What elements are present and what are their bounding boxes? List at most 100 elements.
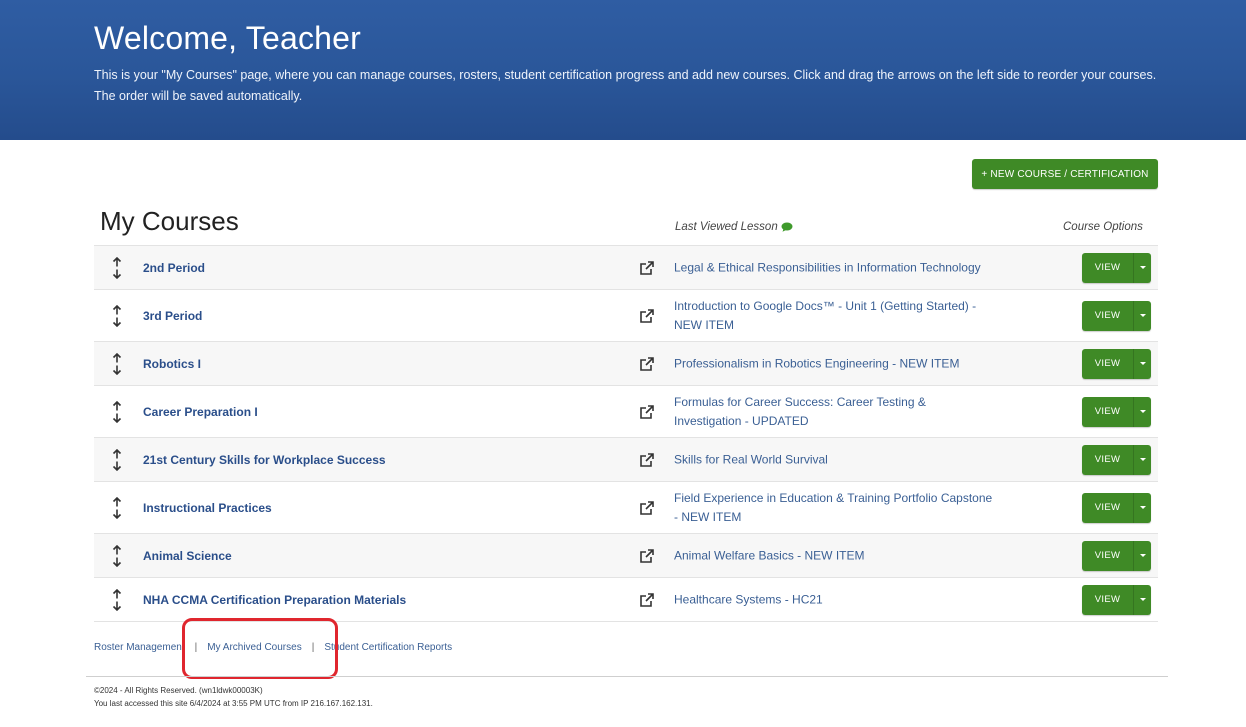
- course-row: Animal Science Animal Welfare Basics - N…: [94, 534, 1158, 578]
- last-viewed-lesson-label: Last Viewed Lesson: [675, 221, 778, 233]
- course-options-dropdown[interactable]: [1133, 300, 1151, 331]
- arrow-down-icon: [112, 317, 122, 327]
- student-certification-reports-link[interactable]: Student Certification Reports: [324, 642, 452, 653]
- course-row: 21st Century Skills for Workplace Succes…: [94, 438, 1158, 482]
- reorder-handle[interactable]: [111, 304, 123, 327]
- course-row: Career Preparation I Formulas for Career…: [94, 386, 1158, 438]
- external-link-icon[interactable]: [638, 451, 656, 469]
- new-course-button[interactable]: + NEW COURSE / CERTIFICATION: [972, 159, 1158, 189]
- view-button[interactable]: VIEW: [1082, 396, 1133, 427]
- course-name-link[interactable]: NHA CCMA Certification Preparation Mater…: [143, 593, 406, 607]
- view-button[interactable]: VIEW: [1082, 584, 1133, 615]
- course-options-dropdown[interactable]: [1133, 540, 1151, 571]
- course-options-dropdown[interactable]: [1133, 492, 1151, 523]
- courses-table: 2nd Period Legal & Ethical Responsibilit…: [94, 245, 1158, 622]
- my-courses-heading: My Courses: [100, 206, 239, 236]
- view-button[interactable]: VIEW: [1082, 348, 1133, 379]
- reorder-handle[interactable]: [111, 352, 123, 375]
- arrow-up-icon: [112, 400, 122, 410]
- last-viewed-lesson-header: Last Viewed Lesson: [675, 221, 793, 233]
- view-button-group: VIEW: [1082, 300, 1151, 331]
- arrow-down-icon: [112, 365, 122, 375]
- course-row: Robotics I Professionalism in Robotics E…: [94, 342, 1158, 386]
- arrow-down-icon: [112, 601, 122, 611]
- last-viewed-lesson-link[interactable]: Legal & Ethical Responsibilities in Info…: [674, 258, 994, 277]
- course-name-link[interactable]: Instructional Practices: [143, 501, 272, 515]
- copyright-text: ©2024 - All Rights Reserved. (wn1ldwk000…: [94, 686, 263, 695]
- footer-divider: [86, 676, 1168, 677]
- view-button-group: VIEW: [1082, 540, 1151, 571]
- arrow-up-icon: [112, 256, 122, 266]
- caret-down-icon: [1139, 266, 1146, 269]
- last-viewed-lesson-link[interactable]: Professionalism in Robotics Engineering …: [674, 354, 994, 373]
- external-link-icon[interactable]: [638, 403, 656, 421]
- last-viewed-lesson-link[interactable]: Introduction to Google Docs™ - Unit 1 (G…: [674, 297, 994, 335]
- page-header: Welcome, Teacher This is your "My Course…: [0, 0, 1246, 140]
- view-button[interactable]: VIEW: [1082, 444, 1133, 475]
- course-name-link[interactable]: Robotics I: [143, 357, 201, 371]
- course-row: 3rd Period Introduction to Google Docs™ …: [94, 290, 1158, 342]
- site-footer: ©2024 - All Rights Reserved. (wn1ldwk000…: [94, 684, 373, 710]
- arrow-up-icon: [112, 588, 122, 598]
- roster-management-link[interactable]: Roster Management: [94, 642, 185, 653]
- reorder-handle[interactable]: [111, 588, 123, 611]
- external-link-icon[interactable]: [638, 259, 656, 277]
- caret-down-icon: [1139, 314, 1146, 317]
- view-button[interactable]: VIEW: [1082, 300, 1133, 331]
- course-options-dropdown[interactable]: [1133, 252, 1151, 283]
- course-options-dropdown[interactable]: [1133, 444, 1151, 475]
- arrow-up-icon: [112, 544, 122, 554]
- last-viewed-lesson-link[interactable]: Skills for Real World Survival: [674, 450, 994, 469]
- arrow-up-icon: [112, 304, 122, 314]
- footer-separator: |: [311, 642, 315, 653]
- caret-down-icon: [1139, 458, 1146, 461]
- arrow-up-icon: [112, 448, 122, 458]
- external-link-icon[interactable]: [638, 355, 656, 373]
- course-name-link[interactable]: 2nd Period: [143, 261, 205, 275]
- last-viewed-lesson-link[interactable]: Formulas for Career Success: Career Test…: [674, 393, 994, 431]
- external-link-icon[interactable]: [638, 591, 656, 609]
- reorder-handle[interactable]: [111, 256, 123, 279]
- external-link-icon[interactable]: [638, 499, 656, 517]
- arrow-down-icon: [112, 557, 122, 567]
- last-access-text: You last accessed this site 6/4/2024 at …: [94, 699, 373, 708]
- last-viewed-lesson-link[interactable]: Animal Welfare Basics - NEW ITEM: [674, 546, 994, 565]
- view-button-group: VIEW: [1082, 584, 1151, 615]
- course-options-dropdown[interactable]: [1133, 396, 1151, 427]
- my-archived-courses-link[interactable]: My Archived Courses: [207, 642, 301, 653]
- course-row: Instructional Practices Field Experience…: [94, 482, 1158, 534]
- chat-bubble-icon: [781, 222, 793, 232]
- course-name-link[interactable]: Career Preparation I: [143, 405, 258, 419]
- footer-separator: |: [194, 642, 198, 653]
- last-viewed-lesson-link[interactable]: Field Experience in Education & Training…: [674, 489, 994, 527]
- course-options-dropdown[interactable]: [1133, 348, 1151, 379]
- arrow-down-icon: [112, 269, 122, 279]
- view-button-group: VIEW: [1082, 348, 1151, 379]
- page-title: Welcome, Teacher: [94, 20, 362, 56]
- course-name-link[interactable]: 3rd Period: [143, 309, 202, 323]
- course-row: 2nd Period Legal & Ethical Responsibilit…: [94, 246, 1158, 290]
- reorder-handle[interactable]: [111, 544, 123, 567]
- caret-down-icon: [1139, 506, 1146, 509]
- last-viewed-lesson-link[interactable]: Healthcare Systems - HC21: [674, 590, 994, 609]
- course-name-link[interactable]: 21st Century Skills for Workplace Succes…: [143, 453, 386, 467]
- course-options-dropdown[interactable]: [1133, 584, 1151, 615]
- footer-links: Roster Management | My Archived Courses …: [94, 642, 452, 653]
- arrow-up-icon: [112, 496, 122, 506]
- view-button[interactable]: VIEW: [1082, 492, 1133, 523]
- caret-down-icon: [1139, 554, 1146, 557]
- page-description: This is your "My Courses" page, where yo…: [94, 68, 1157, 103]
- reorder-handle[interactable]: [111, 496, 123, 519]
- external-link-icon[interactable]: [638, 547, 656, 565]
- reorder-handle[interactable]: [111, 448, 123, 471]
- arrow-down-icon: [112, 509, 122, 519]
- course-row: NHA CCMA Certification Preparation Mater…: [94, 578, 1158, 622]
- course-options-header: Course Options: [1063, 221, 1143, 233]
- caret-down-icon: [1139, 362, 1146, 365]
- view-button[interactable]: VIEW: [1082, 252, 1133, 283]
- view-button[interactable]: VIEW: [1082, 540, 1133, 571]
- course-name-link[interactable]: Animal Science: [143, 549, 232, 563]
- reorder-handle[interactable]: [111, 400, 123, 423]
- arrow-down-icon: [112, 461, 122, 471]
- external-link-icon[interactable]: [638, 307, 656, 325]
